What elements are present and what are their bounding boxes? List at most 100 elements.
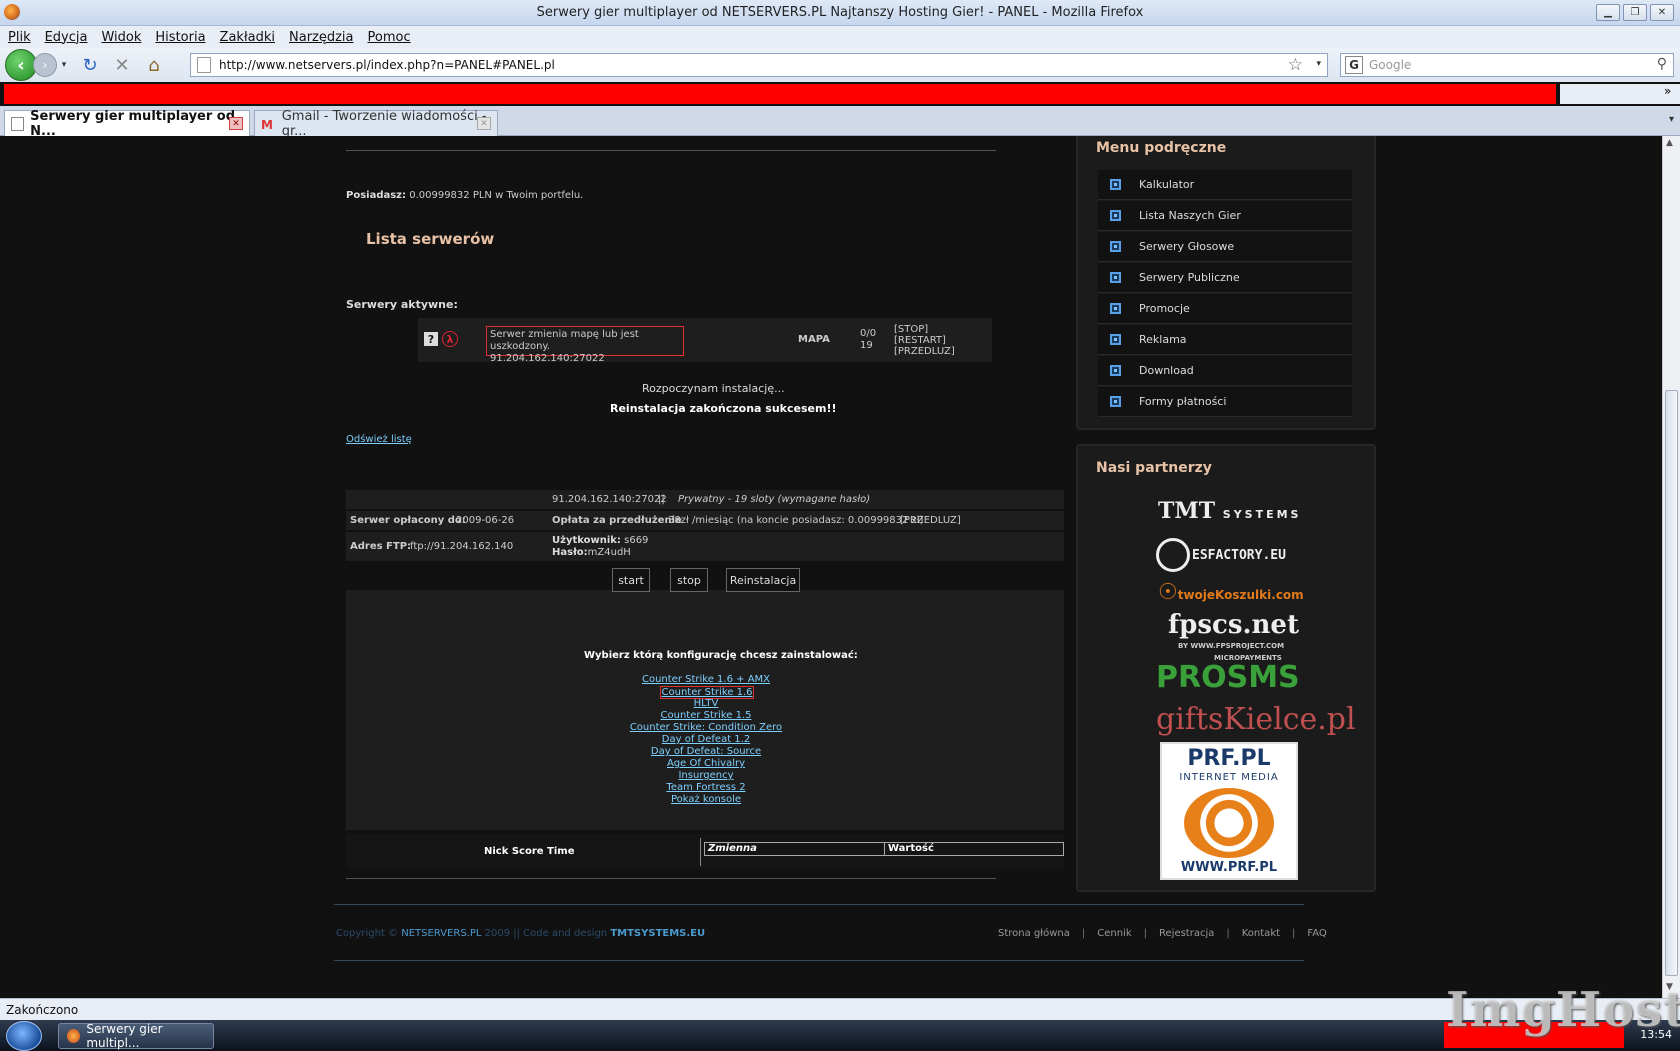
footer-link-register[interactable]: Rejestracja	[1147, 928, 1226, 939]
bookmarks-overflow[interactable]: »	[1560, 84, 1680, 104]
close-window-button[interactable]: ✕	[1650, 4, 1674, 21]
page-icon	[197, 57, 211, 73]
config-insurgency[interactable]: Insurgency	[576, 770, 836, 781]
config-cs15[interactable]: Counter Strike 1.5	[576, 710, 836, 721]
close-tab-icon[interactable]: ✕	[477, 117, 491, 130]
esfactory-logo[interactable]: ESFACTORY.EU	[1156, 538, 1286, 572]
url-bar[interactable]: http://www.netservers.pl/index.php?n=PAN…	[190, 53, 1328, 77]
config-dod12[interactable]: Day of Defeat 1.2	[576, 734, 836, 745]
vertical-scrollbar[interactable]: ▲ ▼	[1662, 136, 1680, 998]
reload-icon[interactable]: ↻	[79, 54, 101, 76]
minimize-button[interactable]: ▁	[1596, 4, 1620, 21]
config-age-of-chivalry[interactable]: Age Of Chivalry	[576, 758, 836, 769]
tab-list-icon[interactable]: ▾	[1669, 114, 1674, 125]
ftp-user: Użytkownik: s669	[552, 535, 648, 547]
menu-pomoc[interactable]: Pomoc	[368, 30, 411, 45]
menu-widok[interactable]: Widok	[101, 30, 141, 45]
stop-icon[interactable]: ✕	[111, 54, 133, 76]
config-cs-cz[interactable]: Counter Strike: Condition Zero	[576, 722, 836, 733]
bookmark-star-icon[interactable]: ☆	[1288, 55, 1303, 75]
navigation-toolbar: ‹ › ▾ ↻ ✕ ⌂ http://www.netservers.pl/ind…	[0, 48, 1680, 82]
config-cs16-amx[interactable]: Counter Strike 1.6 + AMX	[576, 674, 836, 685]
page-icon	[11, 116, 25, 131]
stop-link[interactable]: [STOP]	[894, 324, 955, 335]
start-button[interactable]: start	[612, 568, 650, 592]
config-hltv[interactable]: HLTV	[576, 698, 836, 709]
tab-netservers[interactable]: Serwery gier multiplayer od N... ✕	[4, 109, 250, 139]
url-dropdown-icon[interactable]: ▾	[1316, 59, 1321, 69]
config-dod-source[interactable]: Day of Defeat: Source	[576, 746, 836, 757]
home-icon[interactable]: ⌂	[143, 54, 165, 76]
menu-narzedzia[interactable]: Narzędzia	[289, 30, 354, 45]
footer-link-faq[interactable]: FAQ	[1295, 928, 1338, 939]
search-icon[interactable]: ⚲	[1657, 56, 1667, 72]
menu-plik[interactable]: Plik	[8, 30, 31, 45]
menu-item-formy-platnosci[interactable]: Formy płatności	[1098, 387, 1352, 417]
taskbar-item-firefox[interactable]: Serwery gier multipl...	[58, 1022, 214, 1050]
scroll-up-icon[interactable]: ▲	[1666, 138, 1673, 148]
koszulki-text: twojeKoszulki.com	[1177, 588, 1304, 602]
dropdown-history-icon[interactable]: ▾	[59, 54, 69, 76]
prf-title: PRF.PL	[1187, 746, 1271, 771]
gifts-kielce-logo[interactable]: giftsKielce.pl	[1156, 702, 1356, 737]
menu-item-kalkulator[interactable]: Kalkulator	[1098, 170, 1352, 200]
tab-gmail[interactable]: M Gmail - Tworzenie wiadomości - gr... ✕	[254, 109, 498, 139]
menu-item-serwery-publiczne[interactable]: Serwery Publiczne	[1098, 263, 1352, 293]
start-button[interactable]	[6, 1021, 42, 1051]
stop-button[interactable]: stop	[670, 568, 708, 592]
prf-logo[interactable]: PRF.PL INTERNET MEDIA WWW.PRF.PL	[1160, 742, 1298, 880]
reinstall-button[interactable]: Reinstalacja	[726, 568, 800, 592]
forward-button[interactable]: ›	[33, 53, 57, 77]
server-map: MAPA	[798, 334, 830, 345]
koszulki-logo[interactable]: ☉twojeKoszulki.com	[1158, 580, 1304, 605]
koszulki-emblem-icon: ☉	[1158, 580, 1178, 605]
prosms-logo[interactable]: PROSMS	[1156, 660, 1300, 695]
bullet-icon	[1110, 241, 1121, 252]
info-row-paid: Serwer opłacony do: 2009-06-26 Opłata za…	[346, 511, 1064, 531]
firefox-icon	[67, 1029, 81, 1043]
designer-link[interactable]: TMTSYSTEMS.EU	[610, 928, 705, 939]
server-row: ? λ Serwer zmienia mapę lub jest uszkodz…	[418, 318, 992, 364]
menu-item-promocje[interactable]: Promocje	[1098, 294, 1352, 324]
user-label: Użytkownik:	[552, 535, 621, 546]
tmt-logo[interactable]: TMT SYSTEMS	[1158, 498, 1301, 524]
install-status: Rozpoczynam instalację...	[642, 382, 785, 395]
footer-link-pricing[interactable]: Cennik	[1085, 928, 1143, 939]
info-sep: ||	[658, 494, 665, 505]
menu-item-download[interactable]: Download	[1098, 356, 1352, 386]
window-titlebar: Serwery gier multiplayer od NETSERVERS.P…	[0, 0, 1680, 26]
menu-edycja[interactable]: Edycja	[45, 30, 88, 45]
info-row-address: 91.204.162.140:27022 || Prywatny - 19 sl…	[346, 490, 1064, 510]
paid-value: 2009-06-26	[456, 515, 515, 526]
fpscs-logo[interactable]: fpscs.net	[1168, 610, 1299, 640]
search-bar[interactable]: G Google ⚲	[1340, 53, 1674, 77]
fee-extend-link[interactable]: [PRZEDLUZ]	[900, 515, 961, 527]
show-console-link[interactable]: Pokaż konsole	[576, 794, 836, 805]
menu-historia[interactable]: Historia	[155, 30, 205, 45]
footer-copyright: Copyright © NETSERVERS.PL 2009 || Code a…	[336, 928, 705, 939]
gmail-icon: M	[261, 117, 273, 132]
config-tf2[interactable]: Team Fortress 2	[576, 782, 836, 793]
footer-link-home[interactable]: Strona główna	[986, 928, 1082, 939]
partners-title: Nasi partnerzy	[1096, 460, 1212, 476]
refresh-list-link[interactable]: Odśwież listę	[346, 434, 412, 445]
menu-item-lista-gier[interactable]: Lista Naszych Gier	[1098, 201, 1352, 231]
wallet-value: 0.00999832 PLN w Twoim portfelu.	[409, 190, 584, 201]
extend-link[interactable]: [PRZEDLUZ]	[894, 346, 955, 357]
restart-link[interactable]: [RESTART]	[894, 335, 955, 346]
help-icon[interactable]: ?	[424, 332, 438, 346]
maximize-button[interactable]: ❐	[1623, 4, 1647, 21]
google-engine-icon[interactable]: G	[1345, 56, 1363, 74]
footer-link-contact[interactable]: Kontakt	[1230, 928, 1292, 939]
divider	[346, 878, 996, 879]
brand-link[interactable]: NETSERVERS.PL	[401, 928, 481, 939]
player-count: 0/0	[860, 328, 877, 339]
menu-item-serwery-glosowe[interactable]: Serwery Głosowe	[1098, 232, 1352, 262]
menu-item-reklama[interactable]: Reklama	[1098, 325, 1352, 355]
menu-zakladki[interactable]: Zakładki	[220, 30, 275, 45]
close-tab-icon[interactable]: ✕	[229, 117, 243, 130]
window-title: Serwery gier multiplayer od NETSERVERS.P…	[536, 5, 1144, 20]
ftp-pass: Hasło:mZ4udH	[552, 547, 631, 559]
scroll-thumb[interactable]	[1665, 390, 1678, 976]
fee-value: 38zł /miesiąc (na koncie posiadasz: 0.00…	[668, 515, 924, 526]
